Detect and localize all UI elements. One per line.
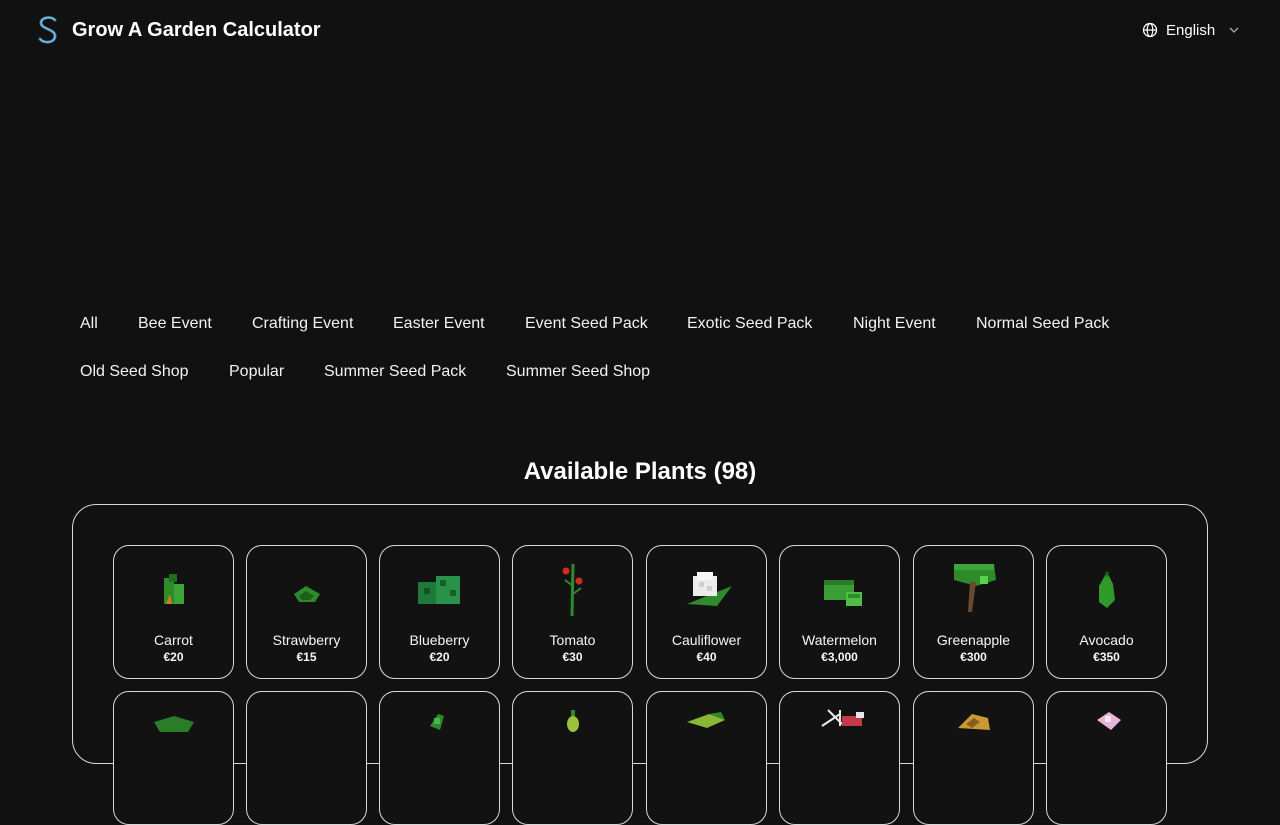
plant-icon: [958, 714, 990, 730]
filter-exotic-seed-pack[interactable]: Exotic Seed Pack: [667, 310, 832, 338]
plant-card[interactable]: [1046, 691, 1167, 825]
site-header: Grow A Garden Calculator English: [0, 0, 1280, 60]
plant-name: Carrot: [154, 632, 193, 648]
carrot-icon: [164, 574, 184, 604]
plant-icon: [430, 714, 444, 730]
plant-card[interactable]: Greenapple €300: [913, 545, 1034, 679]
plant-card[interactable]: [379, 691, 500, 825]
plant-card[interactable]: [512, 691, 633, 825]
plant-price: €40: [696, 650, 717, 664]
filter-night-event[interactable]: Night Event: [833, 310, 956, 338]
plant-card[interactable]: [113, 691, 234, 825]
watermelon-icon: [824, 580, 862, 606]
filter-event-seed-pack[interactable]: Event Seed Pack: [505, 310, 668, 338]
plant-icon: [567, 710, 579, 732]
plant-card[interactable]: Avocado €350: [1046, 545, 1167, 679]
plant-icon: [821, 709, 864, 727]
tomato-icon: [562, 563, 583, 617]
plant-price: €30: [562, 650, 583, 664]
filter-old-seed-shop[interactable]: Old Seed Shop: [60, 358, 209, 386]
filter-easter-event[interactable]: Easter Event: [373, 310, 505, 338]
plant-icon: [154, 716, 194, 732]
plant-card[interactable]: Carrot €20: [113, 545, 234, 679]
site-title[interactable]: Grow A Garden Calculator: [72, 19, 321, 41]
plant-price: €350: [1093, 650, 1120, 664]
plant-card[interactable]: [246, 691, 367, 825]
filter-bee-event[interactable]: Bee Event: [118, 310, 232, 338]
plant-name: Blueberry: [409, 632, 470, 648]
plant-price: €20: [163, 650, 184, 664]
filter-crafting-event[interactable]: Crafting Event: [232, 310, 373, 338]
s-logo-icon[interactable]: [36, 15, 60, 45]
cauliflower-icon: [687, 572, 732, 606]
plant-name: Cauliflower: [671, 632, 742, 648]
globe-icon: [1142, 22, 1158, 38]
plant-price: €15: [296, 650, 317, 664]
section-title: Available Plants (98): [523, 458, 757, 485]
plant-card[interactable]: Tomato €30: [512, 545, 633, 679]
chevron-down-icon: [1229, 27, 1239, 33]
plant-name: Tomato: [549, 632, 596, 648]
plant-price: €3,000: [821, 650, 858, 664]
strawberry-icon: [294, 586, 320, 602]
plant-name: Avocado: [1079, 632, 1134, 648]
language-label: English: [1166, 21, 1216, 39]
plant-card[interactable]: Blueberry €20: [379, 545, 500, 679]
plant-card[interactable]: Strawberry €15: [246, 545, 367, 679]
greenapple-icon: [954, 564, 996, 612]
language-selector[interactable]: English: [1142, 20, 1241, 40]
plant-card[interactable]: Watermelon €3,000: [779, 545, 900, 679]
plants-panel: Carrot €20 Strawberry €15 Blueberry €20 …: [72, 504, 1208, 825]
plant-card[interactable]: [646, 691, 767, 825]
filter-summer-seed-shop[interactable]: Summer Seed Shop: [486, 358, 670, 386]
plant-price: €300: [960, 650, 987, 664]
plant-name: Watermelon: [802, 632, 877, 648]
plant-price: €20: [429, 650, 450, 664]
plant-card[interactable]: Cauliflower €40: [646, 545, 767, 679]
avocado-icon: [1099, 572, 1115, 608]
filter-all[interactable]: All: [60, 310, 118, 338]
plant-icon: [687, 712, 725, 728]
filter-summer-seed-pack[interactable]: Summer Seed Pack: [304, 358, 486, 386]
plant-icon: [1097, 712, 1121, 730]
plant-name: Greenapple: [936, 632, 1011, 648]
filter-normal-seed-pack[interactable]: Normal Seed Pack: [956, 310, 1129, 338]
plant-name: Strawberry: [272, 632, 341, 648]
filter-popular[interactable]: Popular: [209, 358, 304, 386]
plant-card[interactable]: [913, 691, 1034, 825]
plant-card[interactable]: [779, 691, 900, 825]
blueberry-icon: [418, 576, 460, 604]
